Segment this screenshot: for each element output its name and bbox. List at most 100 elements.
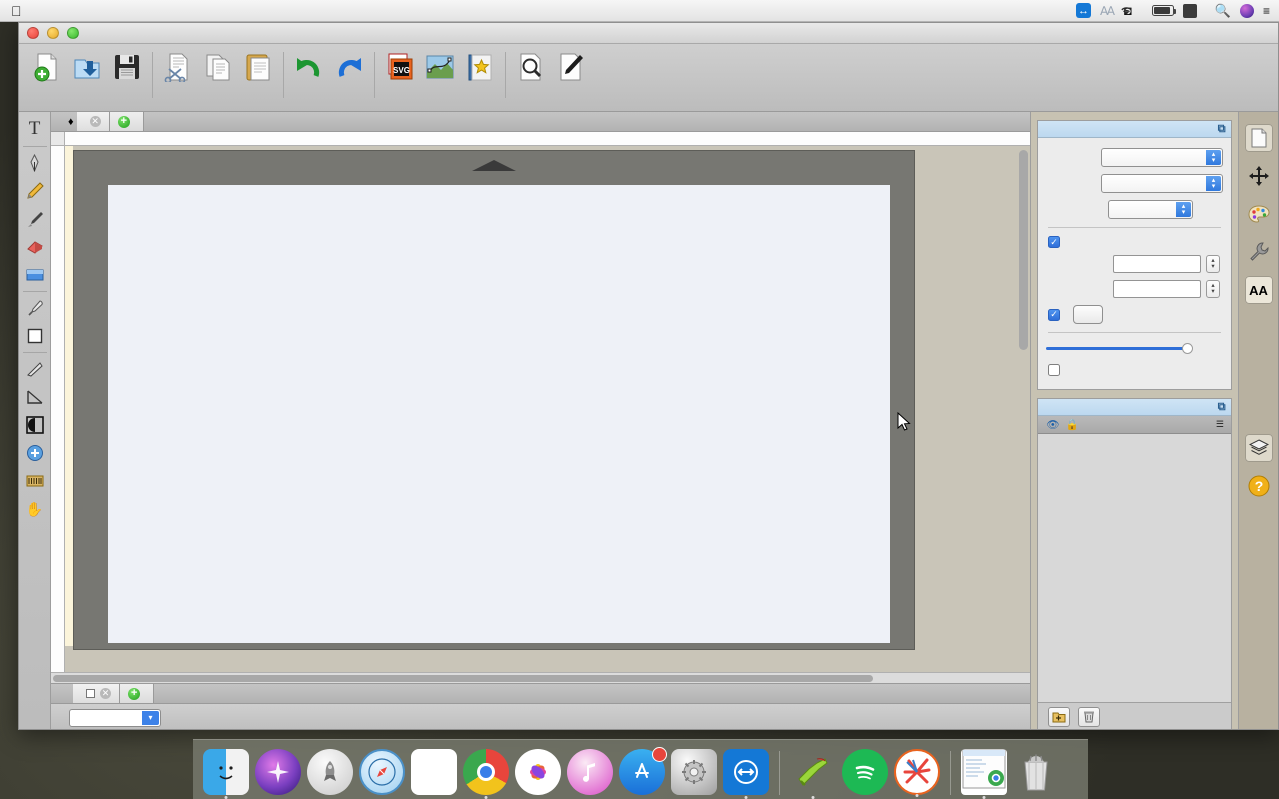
- layers-menu-icon[interactable]: ☰: [1216, 419, 1227, 430]
- subdivision-stepper[interactable]: ▴ ▾: [1206, 280, 1220, 298]
- eyedropper-tool[interactable]: [21, 294, 49, 322]
- toolbar-undo-button[interactable]: [289, 50, 329, 85]
- siri-icon[interactable]: [1239, 3, 1254, 18]
- knife-tool[interactable]: [21, 355, 49, 383]
- layers-list[interactable]: [1038, 434, 1231, 702]
- units-select[interactable]: ▴ ▾: [1108, 200, 1193, 219]
- expand-panel-icon[interactable]: ⧉: [1218, 401, 1226, 414]
- show-grid-checkbox[interactable]: ✓: [1048, 236, 1060, 248]
- dock-chrome-window[interactable]: [961, 749, 1007, 799]
- fill-tool[interactable]: [21, 261, 49, 289]
- layers-panel-icon[interactable]: [1244, 434, 1273, 462]
- tools-wrench-icon[interactable]: [1245, 238, 1273, 266]
- bluetooth-icon[interactable]: Ꜳ: [1100, 4, 1115, 18]
- lock-icon[interactable]: 🔒: [1064, 418, 1080, 431]
- stepper-icon[interactable]: ▴ ▾: [1206, 150, 1221, 165]
- slider-knob[interactable]: [1182, 343, 1193, 354]
- measure-tool[interactable]: [21, 467, 49, 495]
- page-tab[interactable]: ✕: [73, 684, 120, 703]
- close-icon[interactable]: ✕: [100, 688, 111, 699]
- toolbar-trace-button[interactable]: [420, 50, 460, 85]
- stepper-icon[interactable]: ▴ ▾: [1206, 176, 1221, 191]
- rectangle-tool[interactable]: [21, 322, 49, 350]
- chevron-down-icon[interactable]: ▾: [142, 710, 159, 725]
- input-source-icon[interactable]: [1182, 3, 1197, 18]
- eraser-tool[interactable]: [21, 233, 49, 261]
- contour-tool[interactable]: [21, 411, 49, 439]
- dock-teamviewer[interactable]: [723, 749, 769, 799]
- toolbar-redo-button[interactable]: [329, 50, 369, 85]
- dock-calendar[interactable]: [411, 749, 457, 795]
- add-layer-icon[interactable]: [1048, 706, 1070, 727]
- grid-lines-stepper[interactable]: ▴ ▾: [1206, 255, 1220, 273]
- horizontal-ruler[interactable]: [65, 132, 1030, 146]
- dock-photos[interactable]: [515, 749, 561, 795]
- workspace-alpha-slider[interactable]: [1046, 341, 1223, 355]
- new-project-button[interactable]: +: [109, 112, 144, 131]
- dock-itunes[interactable]: [567, 749, 613, 795]
- dock-safari[interactable]: [359, 749, 405, 795]
- dock-cleaner[interactable]: [790, 749, 836, 799]
- dock-chrome[interactable]: [463, 749, 509, 799]
- text-tool[interactable]: T: [21, 114, 49, 144]
- design-canvas[interactable]: [65, 146, 1030, 672]
- close-button[interactable]: [27, 27, 39, 39]
- dock-trash[interactable]: [1013, 749, 1059, 795]
- text-panel-icon[interactable]: AA: [1244, 276, 1273, 304]
- grid-lines-input[interactable]: [1113, 255, 1201, 273]
- trash-icon[interactable]: [1078, 706, 1100, 727]
- wifi-icon[interactable]: ◘: [1121, 3, 1134, 18]
- toolbar-paste-button[interactable]: [238, 50, 278, 85]
- scrollbar-thumb[interactable]: [53, 675, 873, 682]
- brush-tool[interactable]: [21, 205, 49, 233]
- minimize-button[interactable]: [47, 27, 59, 39]
- hand-tool[interactable]: ✋: [21, 495, 49, 523]
- maximize-button[interactable]: [67, 27, 79, 39]
- toolbar-cutter-button[interactable]: [551, 50, 591, 85]
- new-page-button[interactable]: +: [120, 684, 154, 703]
- expand-panel-icon[interactable]: ⧉: [1218, 123, 1226, 136]
- subdivision-input[interactable]: [1113, 280, 1201, 298]
- canvas-vertical-scrollbar[interactable]: [1019, 150, 1028, 350]
- zoom-tool[interactable]: [21, 439, 49, 467]
- help-icon[interactable]: ?: [1245, 472, 1273, 500]
- eye-icon[interactable]: 👁: [1042, 418, 1064, 431]
- zoom-level-select[interactable]: ▾: [69, 708, 161, 727]
- dock-easy-cut-studio[interactable]: [894, 749, 940, 797]
- document-panel-icon[interactable]: [1244, 124, 1273, 152]
- project-tab[interactable]: ✕: [76, 112, 110, 131]
- close-icon[interactable]: ✕: [89, 116, 101, 127]
- dock-launchpad[interactable]: [307, 749, 353, 795]
- toolbar-save-button[interactable]: [107, 50, 147, 85]
- window-controls[interactable]: [19, 27, 79, 39]
- document-panel-header[interactable]: ⧉: [1038, 121, 1231, 138]
- toolbar-library-button[interactable]: [460, 50, 500, 85]
- layers-panel-header[interactable]: ⧉: [1038, 399, 1231, 416]
- transform-panel-icon[interactable]: [1245, 162, 1273, 190]
- toolbar-open-button[interactable]: [67, 50, 107, 85]
- show-guidelines-checkbox[interactable]: ✓: [1048, 308, 1060, 321]
- teamviewer-icon[interactable]: ↔: [1075, 3, 1091, 18]
- canvas-horizontal-scrollbar[interactable]: [51, 672, 1030, 683]
- dock-system-preferences[interactable]: [671, 749, 717, 795]
- pen-tool[interactable]: [21, 149, 49, 177]
- color-palette-icon[interactable]: [1245, 200, 1273, 228]
- dock-spotify[interactable]: [842, 749, 888, 795]
- cutting-mat[interactable]: [73, 150, 915, 650]
- dock-siri[interactable]: [255, 749, 301, 795]
- ruler-tool[interactable]: [21, 383, 49, 411]
- vertical-ruler[interactable]: [51, 146, 65, 672]
- toolbar-cut-button[interactable]: [158, 50, 198, 85]
- toolbar-copy-button[interactable]: [198, 50, 238, 85]
- show-grid-row[interactable]: ✓: [1046, 236, 1223, 248]
- show-outlines-checkbox[interactable]: [1048, 364, 1060, 376]
- mat-size-select[interactable]: ▴ ▾: [1100, 148, 1223, 167]
- search-icon[interactable]: 🔍: [1215, 3, 1231, 19]
- toolbar-new-button[interactable]: [27, 50, 67, 85]
- dock-finder[interactable]: [203, 749, 249, 799]
- battery-icon[interactable]: [1151, 5, 1177, 16]
- toolbar-preview-button[interactable]: [511, 50, 551, 85]
- toolbar-import-button[interactable]: SVG: [380, 50, 420, 85]
- pencil-tool[interactable]: [21, 177, 49, 205]
- dock-app-store[interactable]: [619, 747, 667, 795]
